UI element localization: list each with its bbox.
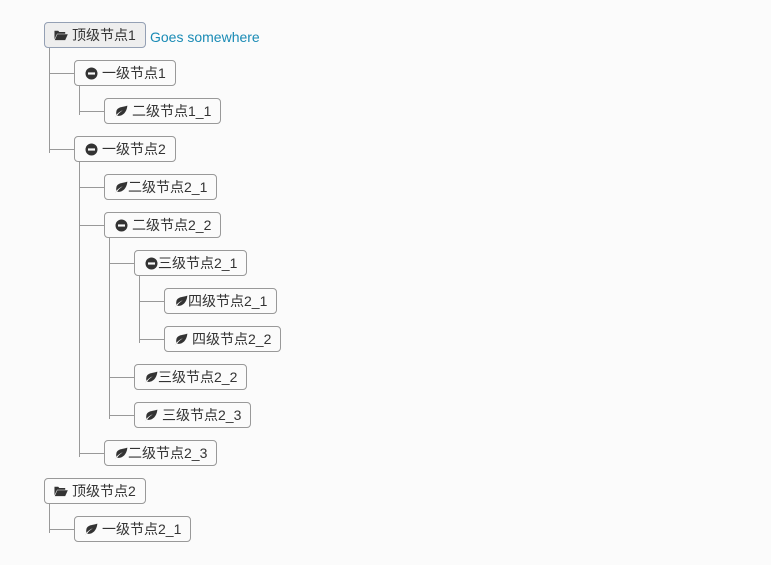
tree-connector-horizontal — [79, 111, 104, 112]
tree-node-label: 四级节点2_1 — [188, 293, 268, 309]
tree-node[interactable]: 三级节点2_1 — [134, 250, 248, 276]
leaf-icon — [84, 522, 98, 536]
tree-node[interactable]: 三级节点2_3 — [134, 402, 252, 428]
tree-connector-horizontal — [139, 339, 164, 340]
tree-connector-horizontal — [109, 415, 134, 416]
tree-connector-vertical — [49, 48, 50, 153]
tree-connector-vertical — [139, 276, 140, 343]
tree-node-label: 一级节点2_1 — [102, 521, 182, 537]
leaf-icon — [114, 104, 128, 118]
tree-node-label: 三级节点2_3 — [162, 407, 242, 423]
tree-connector-horizontal — [49, 529, 74, 530]
tree-node[interactable]: 顶级节点2 — [44, 478, 146, 504]
tree-connector-horizontal — [79, 225, 104, 226]
tree-node-label: 顶级节点2 — [72, 483, 136, 499]
leaf-icon — [144, 408, 158, 422]
minus-circle-icon[interactable] — [144, 256, 158, 270]
tree-node[interactable]: 四级节点2_2 — [164, 326, 282, 352]
tree-connector-vertical — [109, 238, 110, 419]
leaf-icon — [114, 180, 128, 194]
tree-connector-horizontal — [109, 263, 134, 264]
tree-node[interactable]: 一级节点1 — [74, 60, 176, 86]
tree-node-label: 顶级节点1 — [72, 27, 136, 43]
minus-circle-icon[interactable] — [84, 142, 98, 156]
tree-node-label: 二级节点2_2 — [132, 217, 212, 233]
tree-node-label: 二级节点2_3 — [128, 445, 208, 461]
tree-connector-vertical — [79, 86, 80, 115]
leaf-icon — [174, 294, 188, 308]
minus-circle-icon[interactable] — [114, 218, 128, 232]
tree-view: 顶级节点1 一级节点1 二级节点1_1 一级节点2 二级节点2_1 二级节点2_2 三级节点… — [0, 0, 771, 565]
tree-connector-horizontal — [79, 453, 104, 454]
tree-node[interactable]: 三级节点2_2 — [134, 364, 248, 390]
tree-node-label: 一级节点1 — [102, 65, 166, 81]
goes-somewhere-link[interactable]: Goes somewhere — [150, 29, 260, 45]
leaf-icon — [144, 370, 158, 384]
folder-open-icon — [54, 484, 68, 498]
leaf-icon — [174, 332, 188, 346]
tree-node-label: 二级节点2_1 — [128, 179, 208, 195]
folder-open-icon — [54, 28, 68, 42]
tree-connector-vertical — [49, 504, 50, 533]
tree-node-label: 四级节点2_2 — [192, 331, 272, 347]
tree-node-label: 一级节点2 — [102, 141, 166, 157]
tree-connector-horizontal — [79, 187, 104, 188]
tree-node[interactable]: 一级节点2 — [74, 136, 176, 162]
tree-node[interactable]: 二级节点2_2 — [104, 212, 222, 238]
tree-connector-horizontal — [139, 301, 164, 302]
tree-node-label: 三级节点2_1 — [158, 255, 238, 271]
leaf-icon — [114, 446, 128, 460]
tree-node[interactable]: 二级节点2_3 — [104, 440, 218, 466]
tree-connector-horizontal — [49, 149, 74, 150]
tree-node[interactable]: 一级节点2_1 — [74, 516, 192, 542]
tree-connector-vertical — [79, 162, 80, 457]
tree-node[interactable]: 顶级节点1 — [44, 22, 146, 48]
tree-node[interactable]: 二级节点1_1 — [104, 98, 222, 124]
tree-node[interactable]: 四级节点2_1 — [164, 288, 278, 314]
tree-connector-horizontal — [109, 377, 134, 378]
tree-connector-horizontal — [49, 73, 74, 74]
tree-node-label: 三级节点2_2 — [158, 369, 238, 385]
tree-node[interactable]: 二级节点2_1 — [104, 174, 218, 200]
tree-node-label: 二级节点1_1 — [132, 103, 212, 119]
minus-circle-icon[interactable] — [84, 66, 98, 80]
